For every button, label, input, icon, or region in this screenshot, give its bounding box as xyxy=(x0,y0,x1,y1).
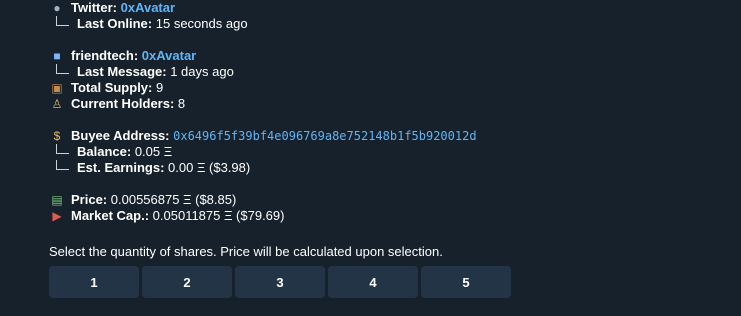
quantity-button-2[interactable]: 2 xyxy=(142,266,232,298)
price-line: ▤ Price: 0.00556875 Ξ ($8.85) xyxy=(49,192,609,208)
market-cap-value: 0.05011875 Ξ ($79.69) xyxy=(152,208,285,223)
bird-icon: ● xyxy=(53,1,61,15)
current-holders-value: 8 xyxy=(177,96,186,111)
last-message-line: Last Message: 1 days ago xyxy=(49,64,609,80)
twitter-line: ● Twitter: 0xAvatar xyxy=(49,0,609,16)
last-message-value: 1 days ago xyxy=(170,64,234,79)
balance-line: Balance: 0.05 Ξ xyxy=(49,144,609,160)
earnings-line: Est. Earnings: 0.00 Ξ ($3.98) xyxy=(49,160,609,176)
last-message-label: Last Message: xyxy=(77,64,167,79)
truck-icon: ▶ xyxy=(52,209,62,223)
tree-connector xyxy=(49,16,71,32)
market-cap-line: ▶ Market Cap.: 0.05011875 Ξ ($79.69) xyxy=(49,208,609,224)
earnings-label: Est. Earnings: xyxy=(77,160,165,175)
tree-connector xyxy=(49,64,71,80)
dollar-bills-icon: ▤ xyxy=(51,193,63,207)
buyee-address-link[interactable]: 0x6496f5f39bf4e096769a8e752148b1f5b92001… xyxy=(173,128,476,144)
last-online-label: Last Online: xyxy=(77,16,153,31)
earnings-value: 0.00 Ξ ($3.98) xyxy=(168,160,251,175)
bot-message: ● Twitter: 0xAvatar Last Online: 15 seco… xyxy=(49,0,609,224)
quantity-button-5[interactable]: 5 xyxy=(421,266,511,298)
last-online-value: 15 seconds ago xyxy=(155,16,248,31)
current-holders-line: ♙ Current Holders: 8 xyxy=(49,96,609,112)
twitter-handle-link[interactable]: 0xAvatar xyxy=(121,0,175,16)
app-icon: ■ xyxy=(53,49,61,63)
market-cap-label: Market Cap.: xyxy=(71,208,150,223)
total-supply-line: ▣ Total Supply: 9 xyxy=(49,80,609,96)
people-icon: ♙ xyxy=(51,97,63,111)
inline-keyboard: 1 2 3 4 5 xyxy=(49,266,511,298)
bot-message-panel: ● Twitter: 0xAvatar Last Online: 15 seco… xyxy=(0,0,741,316)
tree-connector xyxy=(49,144,71,160)
friendtech-label: friendtech: xyxy=(71,48,139,63)
friendtech-handle-link[interactable]: 0xAvatar xyxy=(142,48,196,64)
quantity-button-1[interactable]: 1 xyxy=(49,266,139,298)
buyee-address-label: Buyee Address: xyxy=(71,128,170,143)
package-icon: ▣ xyxy=(51,81,63,95)
twitter-label: Twitter: xyxy=(71,0,117,15)
tree-connector xyxy=(49,160,71,176)
quantity-prompt: Select the quantity of shares. Price wil… xyxy=(49,244,443,259)
quantity-button-3[interactable]: 3 xyxy=(235,266,325,298)
price-value: 0.00556875 Ξ ($8.85) xyxy=(110,192,237,207)
balance-label: Balance: xyxy=(77,144,132,159)
balance-value: 0.05 Ξ xyxy=(134,144,173,159)
last-online-line: Last Online: 15 seconds ago xyxy=(49,16,609,32)
current-holders-label: Current Holders: xyxy=(71,96,175,111)
total-supply-label: Total Supply: xyxy=(71,80,153,95)
quantity-button-4[interactable]: 4 xyxy=(328,266,418,298)
total-supply-value: 9 xyxy=(156,80,164,95)
buyee-address-line: $ Buyee Address: 0x6496f5f39bf4e096769a8… xyxy=(49,128,609,144)
price-label: Price: xyxy=(71,192,108,207)
friendtech-line: ■ friendtech: 0xAvatar xyxy=(49,48,609,64)
money-bag-icon: $ xyxy=(53,129,61,143)
